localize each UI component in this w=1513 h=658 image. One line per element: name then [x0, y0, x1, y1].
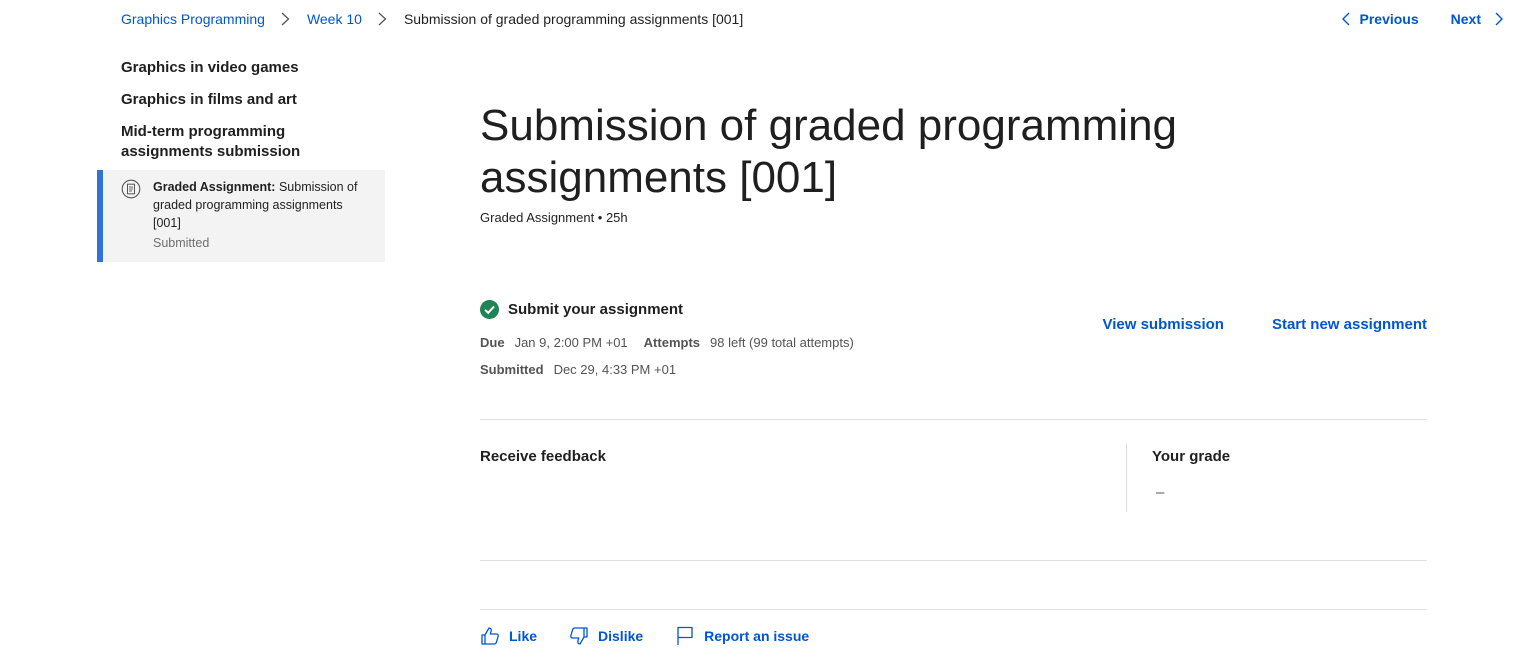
main-content: Submission of graded programming assignm… — [480, 100, 1427, 225]
dislike-label: Dislike — [598, 628, 644, 644]
view-submission-button[interactable]: View submission — [1103, 316, 1224, 333]
chevron-right-icon — [1495, 12, 1503, 26]
page-title: Submission of graded programming assignm… — [480, 101, 1178, 202]
sidebar: Graphics in video games Graphics in film… — [97, 58, 385, 262]
chevron-right-icon — [279, 10, 293, 28]
start-new-assignment-button[interactable]: Start new assignment — [1272, 316, 1427, 333]
sidebar-item-text: Graded Assignment: Submission of graded … — [153, 178, 371, 232]
submission-actions: View submission Start new assignment — [1055, 316, 1427, 333]
due-value: Jan 9, 2:00 PM +01 — [514, 335, 628, 350]
divider — [480, 560, 1427, 561]
next-button[interactable]: Next — [1451, 11, 1503, 27]
attempts-value: 98 left (99 total attempts) — [710, 335, 854, 350]
submitted-label: Submitted — [480, 362, 544, 377]
breadcrumb-current: Submission of graded programming assignm… — [403, 11, 744, 27]
grade-value: – — [1156, 484, 1165, 501]
pager: Previous Next — [1341, 10, 1504, 28]
chevron-right-icon — [376, 10, 390, 28]
sidebar-section-video-games[interactable]: Graphics in video games — [97, 58, 385, 78]
next-label: Next — [1450, 11, 1481, 27]
your-grade-label: Your grade — [1152, 448, 1231, 465]
sidebar-item-type: Graded Assignment: — [153, 180, 276, 194]
vertical-divider — [1126, 444, 1127, 512]
previous-label: Previous — [1359, 11, 1419, 27]
breadcrumb-course-link[interactable]: Graphics Programming — [121, 11, 265, 27]
submitted-row: Submitted Dec 29, 4:33 PM +01 — [480, 362, 1427, 377]
breadcrumb: Graphics Programming Week 10 Submission … — [121, 10, 743, 28]
divider — [480, 419, 1427, 420]
thumbs-down-icon — [569, 626, 598, 646]
due-attempts-row: Due Jan 9, 2:00 PM +01 Attempts 98 left … — [480, 335, 1427, 350]
submission-section: Submit your assignment Due Jan 9, 2:00 P… — [480, 300, 1427, 377]
dislike-button[interactable]: Dislike — [569, 626, 643, 646]
receive-feedback-label: Receive feedback — [480, 448, 606, 465]
chevron-left-icon — [1341, 12, 1350, 26]
document-icon — [121, 179, 141, 204]
assignment-meta: Graded Assignment • 25h — [480, 210, 628, 225]
sidebar-item-graded-assignment[interactable]: Graded Assignment: Submission of graded … — [97, 170, 385, 262]
flag-icon — [675, 626, 704, 646]
like-label: Like — [509, 628, 538, 644]
breadcrumb-week-link[interactable]: Week 10 — [307, 11, 362, 27]
sidebar-section-films-art[interactable]: Graphics in films and art — [97, 90, 385, 110]
submitted-value: Dec 29, 4:33 PM +01 — [553, 362, 677, 377]
submission-heading-text: Submit your assignment — [508, 301, 684, 318]
feedback-section: Receive feedback Your grade – — [480, 444, 1427, 512]
feedback-actions: Like Dislike Report an issue — [480, 626, 841, 646]
due-label: Due — [480, 335, 505, 350]
like-button[interactable]: Like — [480, 626, 537, 646]
attempts-label: Attempts — [643, 335, 701, 350]
sidebar-section-midterm[interactable]: Mid-term programming assignments submiss… — [97, 122, 385, 162]
report-issue-label: Report an issue — [704, 628, 810, 644]
check-circle-icon — [480, 300, 499, 319]
previous-button[interactable]: Previous — [1341, 11, 1419, 27]
report-issue-button[interactable]: Report an issue — [675, 626, 809, 646]
sidebar-item-status: Submitted — [153, 236, 210, 250]
thumbs-up-icon — [480, 626, 509, 646]
divider — [480, 609, 1427, 610]
